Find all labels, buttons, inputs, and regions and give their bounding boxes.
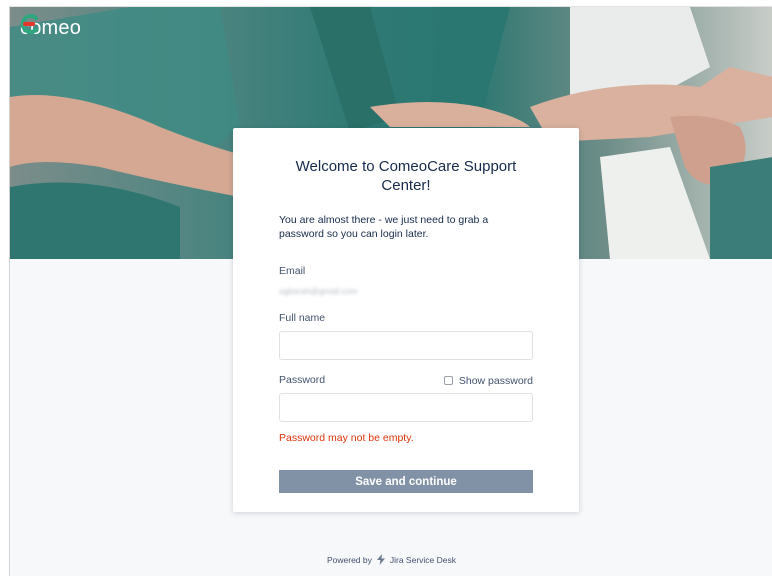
signup-card: Welcome to ComeoCare Support Center! You…	[233, 128, 579, 512]
email-label: Email	[279, 265, 306, 277]
fullname-input[interactable]	[279, 331, 533, 360]
jira-bolt-icon	[376, 554, 385, 565]
jira-service-desk-link[interactable]: Jira Service Desk	[390, 555, 456, 565]
card-title: Welcome to ComeoCare Support Center!	[295, 158, 517, 194]
show-password-label[interactable]: Show password	[459, 375, 533, 387]
comeo-logo[interactable]: comeo	[20, 13, 81, 43]
save-and-continue-button[interactable]: Save and continue	[279, 470, 533, 493]
fullname-label: Full name	[279, 312, 326, 324]
password-label-row: Password Show password	[279, 374, 533, 387]
comeo-logo-icon	[20, 14, 38, 34]
page-frame: comeo Welcome to ComeoCare Support Cente…	[9, 6, 772, 576]
show-password-checkbox[interactable]	[443, 376, 453, 385]
password-input[interactable]	[279, 393, 533, 422]
email-value: ogbarah@gmail.com	[279, 286, 358, 296]
card-intro-text: You are almost there - we just need to g…	[279, 214, 489, 240]
password-label: Password	[279, 374, 326, 386]
show-password-toggle[interactable]: Show password	[443, 375, 533, 387]
powered-by-text: Powered by	[326, 554, 372, 565]
password-error-message: Password may not be empty.	[279, 432, 414, 444]
powered-by-footer: Powered by Jira Service Desk	[10, 554, 772, 565]
